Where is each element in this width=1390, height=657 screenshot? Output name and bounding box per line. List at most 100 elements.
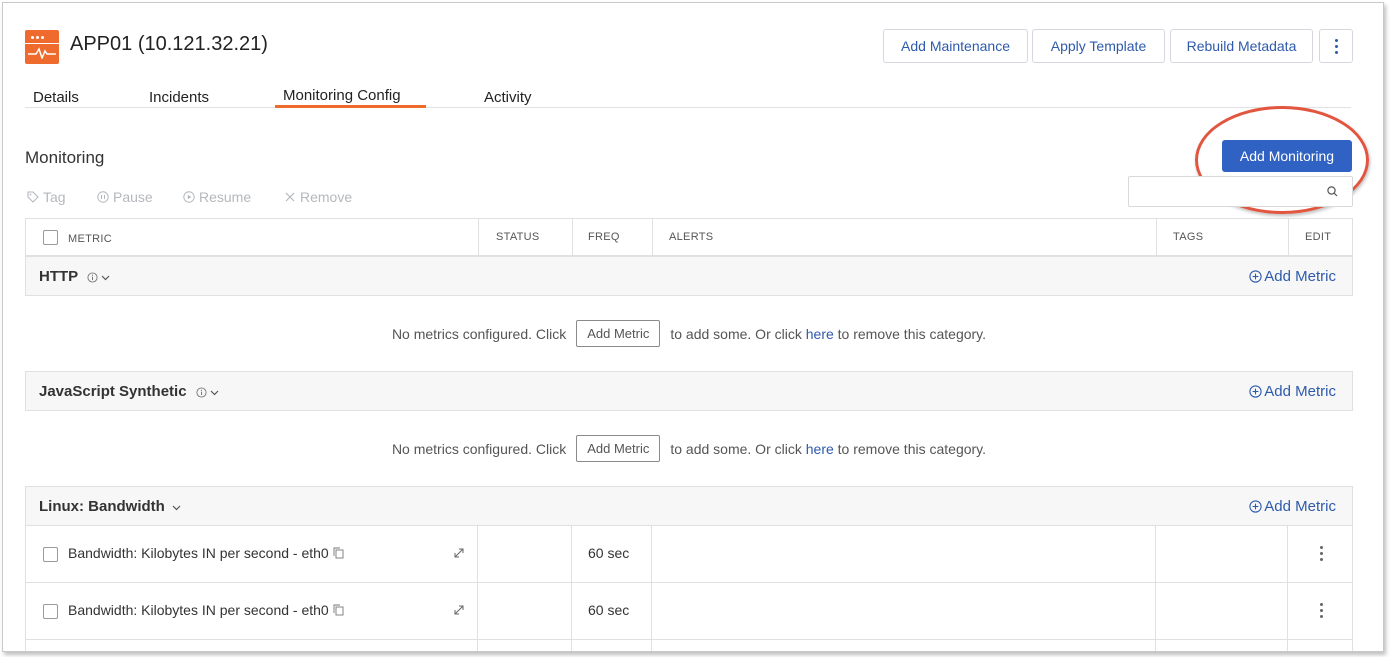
empty-category-row: No metrics configured. Click Add Metric … bbox=[25, 296, 1353, 372]
tab-activity[interactable]: Activity bbox=[484, 89, 532, 106]
tab-monitoring-config[interactable]: Monitoring Config bbox=[283, 87, 401, 104]
col-divider bbox=[571, 640, 572, 651]
page-title: APP01 (10.121.32.21) bbox=[70, 33, 268, 55]
col-divider bbox=[651, 640, 652, 651]
tag-label: Tag bbox=[43, 189, 66, 205]
add-metric-link[interactable]: Add Metric bbox=[1249, 268, 1336, 285]
col-freq: FREQ bbox=[588, 231, 620, 243]
col-divider bbox=[571, 526, 572, 582]
chevron-down-icon[interactable] bbox=[171, 502, 182, 513]
col-divider bbox=[1287, 526, 1288, 582]
category-name: Linux: Bandwidth bbox=[39, 498, 182, 515]
freq-value: 60 sec bbox=[588, 545, 630, 561]
col-divider bbox=[478, 219, 479, 255]
remove-label: Remove bbox=[300, 189, 353, 205]
empty-text: to add some. Or click bbox=[670, 440, 802, 457]
add-metric-link[interactable]: Add Metric bbox=[1249, 383, 1336, 400]
info-icon[interactable] bbox=[87, 271, 98, 283]
add-metric-button[interactable]: Add Metric bbox=[576, 320, 661, 347]
tab-details[interactable]: Details bbox=[33, 89, 79, 106]
add-metric-label: Add Metric bbox=[1264, 268, 1336, 285]
empty-text: to remove this category. bbox=[837, 325, 987, 342]
expand-icon[interactable] bbox=[453, 547, 465, 559]
col-alerts: ALERTS bbox=[669, 231, 714, 243]
search-field[interactable] bbox=[1128, 176, 1353, 207]
metric-name: Bandwidth: Kilobytes IN per second - eth… bbox=[68, 602, 344, 618]
active-tab-indicator bbox=[275, 105, 426, 108]
metric-label: Bandwidth: Kilobytes IN per second - eth… bbox=[68, 602, 329, 618]
apply-template-button[interactable]: Apply Template bbox=[1032, 29, 1165, 63]
col-divider bbox=[1287, 583, 1288, 639]
close-icon bbox=[285, 192, 295, 202]
copy-icon[interactable] bbox=[333, 547, 344, 559]
resume-action[interactable]: Resume bbox=[183, 189, 251, 205]
remove-action[interactable]: Remove bbox=[284, 189, 352, 205]
chevron-down-icon[interactable] bbox=[100, 272, 111, 283]
col-divider bbox=[1156, 219, 1157, 255]
col-divider bbox=[1288, 219, 1289, 255]
chevron-down-icon[interactable] bbox=[209, 387, 220, 398]
col-divider bbox=[1287, 640, 1288, 651]
empty-text: to add some. Or click bbox=[670, 325, 802, 342]
copy-icon[interactable] bbox=[333, 604, 344, 616]
expand-icon[interactable] bbox=[453, 604, 465, 616]
pause-action[interactable]: Pause bbox=[97, 189, 153, 205]
info-icon[interactable] bbox=[196, 386, 207, 398]
rebuild-metadata-button[interactable]: Rebuild Metadata bbox=[1170, 29, 1313, 63]
row-menu-icon[interactable] bbox=[1316, 603, 1326, 621]
category-label: JavaScript Synthetic bbox=[39, 383, 187, 400]
metric-label: Bandwidth: Kilobytes IN per second - eth… bbox=[68, 545, 329, 561]
empty-text: No metrics configured. Click bbox=[391, 440, 567, 457]
table-header: METRIC STATUS FREQ ALERTS TAGS EDIT bbox=[25, 218, 1353, 256]
app-window: APP01 (10.121.32.21) Add Maintenance App… bbox=[2, 2, 1384, 652]
add-metric-label: Add Metric bbox=[1264, 498, 1336, 515]
col-edit: EDIT bbox=[1305, 231, 1332, 243]
add-metric-button[interactable]: Add Metric bbox=[576, 435, 661, 462]
more-actions-button[interactable] bbox=[1319, 29, 1353, 63]
remove-category-link[interactable]: here bbox=[806, 441, 834, 457]
search-icon bbox=[1327, 186, 1338, 197]
empty-text: No metrics configured. Click bbox=[391, 325, 567, 342]
plus-circle-icon bbox=[1249, 270, 1262, 283]
metric-name: Bandwidth: Kilobytes IN per second - eth… bbox=[68, 545, 344, 561]
category-name: JavaScript Synthetic bbox=[39, 383, 220, 400]
col-divider bbox=[477, 640, 478, 651]
select-all-checkbox[interactable] bbox=[43, 230, 58, 245]
plus-circle-icon bbox=[1249, 385, 1262, 398]
add-maintenance-button[interactable]: Add Maintenance bbox=[883, 29, 1028, 63]
tabs-divider bbox=[25, 107, 1351, 108]
category-name: HTTP bbox=[39, 268, 111, 285]
empty-category-row: No metrics configured. Click Add Metric … bbox=[25, 411, 1353, 487]
empty-message: No metrics configured. Click Add Metric … bbox=[25, 320, 1353, 347]
row-checkbox[interactable] bbox=[43, 547, 58, 562]
tab-incidents[interactable]: Incidents bbox=[149, 89, 209, 106]
resume-label: Resume bbox=[199, 189, 252, 205]
category-row-http: HTTP Add Metric bbox=[25, 256, 1353, 296]
remove-category-link[interactable]: here bbox=[806, 326, 834, 342]
category-label: HTTP bbox=[39, 268, 78, 285]
search-input[interactable] bbox=[1135, 177, 1325, 205]
category-label: Linux: Bandwidth bbox=[39, 498, 165, 515]
col-divider bbox=[1155, 640, 1156, 651]
empty-message: No metrics configured. Click Add Metric … bbox=[25, 435, 1353, 462]
row-checkbox[interactable] bbox=[43, 604, 58, 619]
add-metric-label: Add Metric bbox=[1264, 383, 1336, 400]
add-metric-link[interactable]: Add Metric bbox=[1249, 498, 1336, 515]
col-divider bbox=[1155, 583, 1156, 639]
col-divider bbox=[477, 583, 478, 639]
col-divider bbox=[572, 219, 573, 255]
pause-label: Pause bbox=[113, 189, 153, 205]
tag-action[interactable]: Tag bbox=[27, 189, 66, 205]
row-menu-icon[interactable] bbox=[1316, 546, 1326, 564]
server-icon bbox=[25, 30, 59, 64]
category-row-linux-bandwidth: Linux: Bandwidth Add Metric bbox=[25, 486, 1353, 526]
empty-text: to remove this category. bbox=[837, 440, 987, 457]
table-row: Bandwidth: Kilobytes IN per second - eth… bbox=[25, 583, 1353, 640]
col-divider bbox=[571, 583, 572, 639]
col-metric: METRIC bbox=[68, 233, 112, 245]
col-divider bbox=[477, 526, 478, 582]
plus-circle-icon bbox=[1249, 500, 1262, 513]
category-row-javascript-synthetic: JavaScript Synthetic Add Metric bbox=[25, 371, 1353, 411]
col-divider bbox=[651, 583, 652, 639]
add-monitoring-button[interactable]: Add Monitoring bbox=[1222, 140, 1352, 172]
